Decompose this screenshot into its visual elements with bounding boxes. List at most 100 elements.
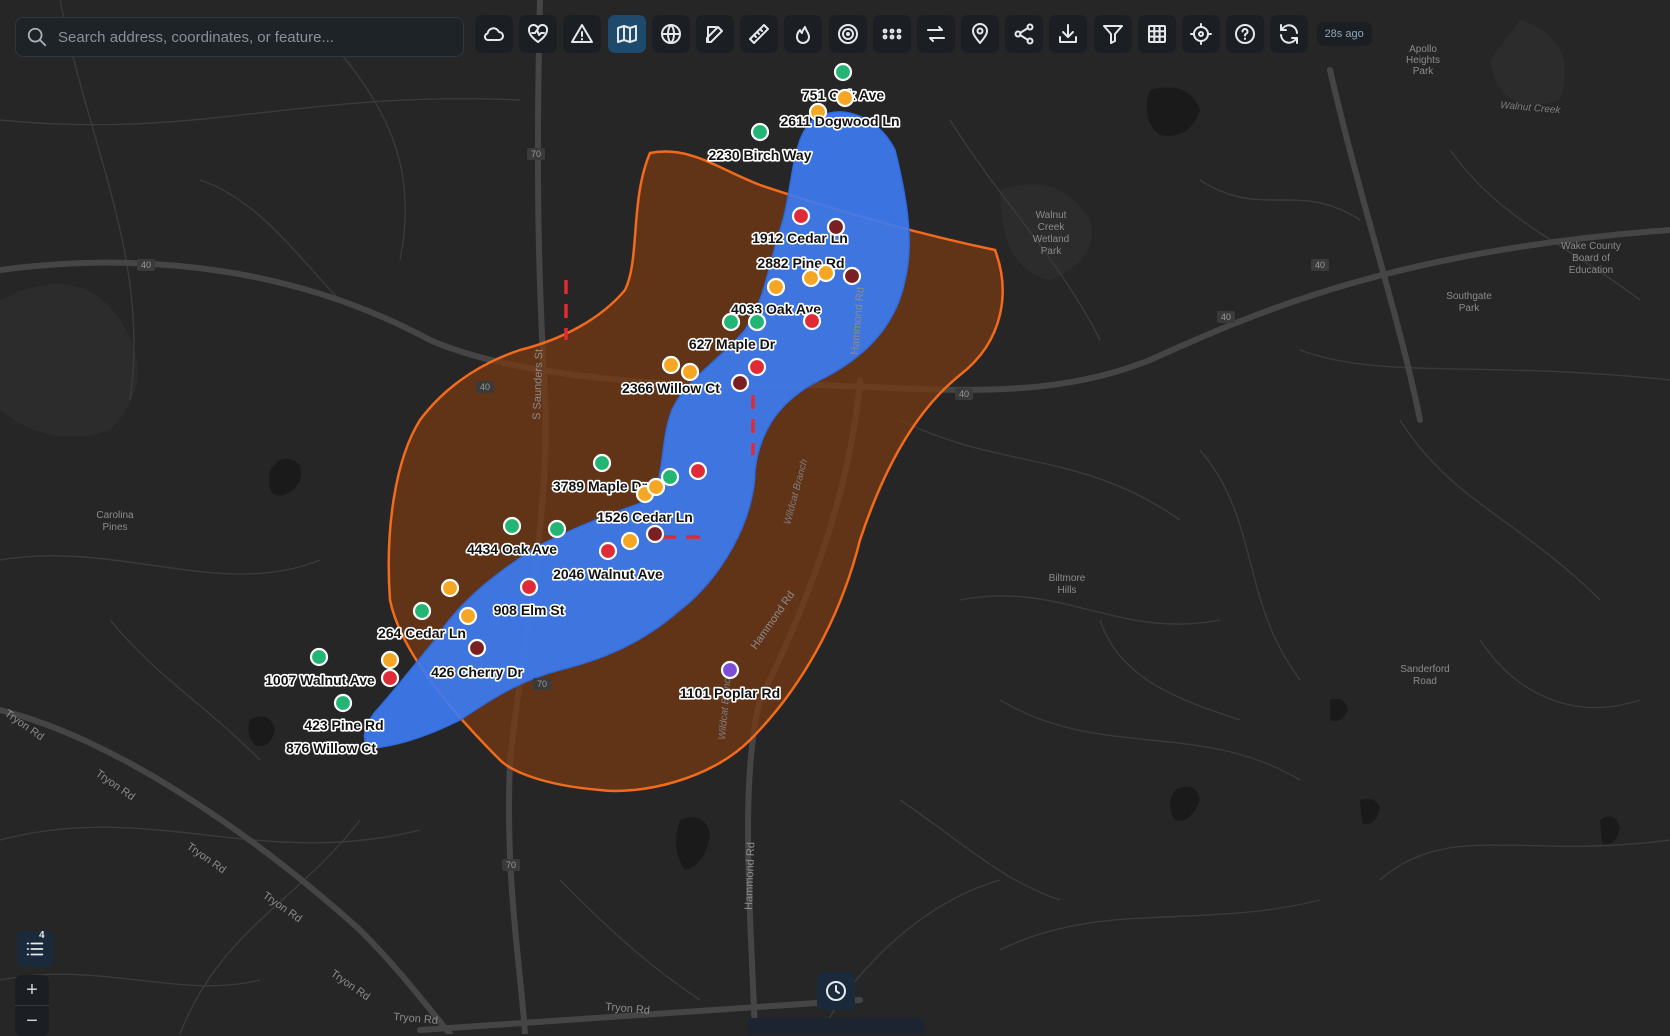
address-marker[interactable] <box>620 531 640 551</box>
grid-dots-icon <box>882 28 902 40</box>
marker-red-dot[interactable] <box>747 357 767 377</box>
map-layers-button[interactable] <box>607 15 646 53</box>
svg-text:Hammond Rd: Hammond Rd <box>743 842 757 910</box>
fire-button[interactable] <box>784 15 823 53</box>
address-marker[interactable] <box>458 606 478 626</box>
svg-text:40: 40 <box>1315 260 1325 270</box>
address-marker[interactable] <box>680 362 700 382</box>
marker-orange-dot[interactable] <box>801 268 821 288</box>
marker-green-dot[interactable] <box>750 122 770 142</box>
address-marker[interactable] <box>309 647 329 667</box>
address-marker[interactable] <box>802 311 822 331</box>
marker-green-dot[interactable] <box>592 453 612 473</box>
marker-purple-dot[interactable] <box>720 660 740 680</box>
marker-red-dot[interactable] <box>802 311 822 331</box>
marker-darkred-dot[interactable] <box>826 217 846 237</box>
marker-darkred-dot[interactable] <box>842 266 862 286</box>
marker-orange-dot[interactable] <box>646 477 666 497</box>
marker-orange-dot[interactable] <box>458 606 478 626</box>
address-marker[interactable] <box>688 461 708 481</box>
marker-orange-dot[interactable] <box>835 88 855 108</box>
address-marker[interactable] <box>816 263 836 283</box>
marker-orange-dot[interactable] <box>766 277 786 297</box>
address-marker[interactable] <box>747 312 767 332</box>
share-icon <box>1014 23 1034 45</box>
filter-button[interactable] <box>1093 15 1132 53</box>
svg-text:40: 40 <box>480 382 490 392</box>
address-marker[interactable] <box>747 357 767 377</box>
apps-button[interactable] <box>872 15 911 53</box>
download-button[interactable] <box>1049 15 1088 53</box>
table-icon <box>1147 25 1166 43</box>
timeline-button[interactable] <box>817 972 855 1010</box>
share-button[interactable] <box>1005 15 1044 53</box>
marker-red-dot[interactable] <box>791 206 811 226</box>
marker-green-dot[interactable] <box>747 312 767 332</box>
marker-red-dot[interactable] <box>519 577 539 597</box>
filter-icon <box>1102 25 1123 44</box>
marker-label: 4434 Oak Ave <box>467 541 557 557</box>
address-marker[interactable] <box>833 62 853 82</box>
map-canvas[interactable]: Apollo Heights Park Walnut Creek Walnut Cre… <box>0 0 1670 1034</box>
marker-green-dot[interactable] <box>547 519 567 539</box>
marker-darkred-dot[interactable] <box>645 524 665 544</box>
marker-orange-dot[interactable] <box>816 263 836 283</box>
search-box[interactable] <box>15 17 464 57</box>
compare-button[interactable] <box>916 15 955 53</box>
timeline-panel-tab[interactable] <box>748 1018 924 1034</box>
marker-red-dot[interactable] <box>688 461 708 481</box>
search-input[interactable] <box>56 27 463 47</box>
marker-green-dot[interactable] <box>833 62 853 82</box>
refresh-icon <box>1280 24 1299 44</box>
address-marker[interactable] <box>801 268 821 288</box>
layers-list-button[interactable]: 4 <box>17 930 53 967</box>
address-marker[interactable] <box>380 650 400 670</box>
table-button[interactable] <box>1137 15 1176 53</box>
help-icon <box>1235 24 1256 44</box>
refresh-button[interactable] <box>1270 15 1309 53</box>
marker-green-dot[interactable] <box>502 516 522 536</box>
edit-button[interactable] <box>695 15 734 53</box>
marker-red-dot[interactable] <box>380 668 400 688</box>
address-marker[interactable] <box>547 519 567 539</box>
cloud-button[interactable] <box>475 15 513 53</box>
globe-button[interactable] <box>651 15 690 53</box>
marker-orange-dot[interactable] <box>680 362 700 382</box>
health-button[interactable] <box>519 15 558 53</box>
address-marker[interactable] <box>646 477 666 497</box>
marker-label: 2611 Dogwood Ln <box>780 113 899 129</box>
marker-label: 908 Elm St <box>494 602 565 618</box>
marker-orange-dot[interactable] <box>661 355 681 375</box>
marker-darkred-dot[interactable] <box>467 638 487 658</box>
download-icon <box>1059 24 1078 43</box>
marker-green-dot[interactable] <box>660 467 680 487</box>
marker-red-dot[interactable] <box>598 541 618 561</box>
address-marker[interactable] <box>440 578 460 598</box>
address-marker[interactable] <box>842 266 862 286</box>
marker-orange-dot[interactable] <box>380 650 400 670</box>
marker-orange-dot[interactable] <box>440 578 460 598</box>
target-button[interactable] <box>828 15 867 53</box>
swap-icon <box>926 26 945 42</box>
marker-green-dot[interactable] <box>412 601 432 621</box>
marker-darkred-dot[interactable] <box>730 373 750 393</box>
address-marker[interactable]: 876 Willow Ct <box>284 738 378 757</box>
search-icon <box>27 27 47 47</box>
marker-orange-dot[interactable] <box>620 531 640 551</box>
zoom-in-button[interactable]: + <box>15 975 49 1005</box>
help-button[interactable] <box>1226 15 1265 53</box>
address-marker[interactable] <box>660 467 680 487</box>
marker-green-dot[interactable] <box>309 647 329 667</box>
zoom-out-button[interactable]: − <box>15 1006 49 1036</box>
marker-green-dot[interactable] <box>333 693 353 713</box>
address-marker[interactable] <box>826 217 846 237</box>
alerts-button[interactable] <box>563 15 602 53</box>
locate-button[interactable] <box>1182 15 1220 53</box>
svg-text:70: 70 <box>506 860 516 870</box>
marker-label: 627 Maple Dr <box>689 336 776 352</box>
globe-icon <box>660 24 681 44</box>
measure-button[interactable] <box>740 15 779 53</box>
marker-label: 423 Pine Rd <box>304 717 383 733</box>
pin-button[interactable] <box>961 15 1000 53</box>
svg-text:40: 40 <box>1221 312 1231 322</box>
